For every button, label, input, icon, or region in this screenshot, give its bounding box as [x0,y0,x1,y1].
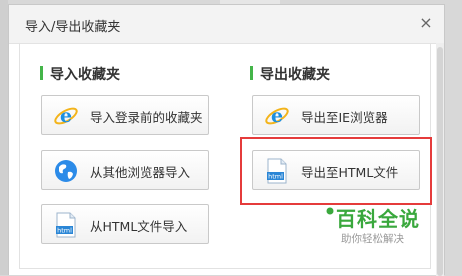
import-from-html-label: 从HTML文件导入 [90,219,188,234]
html-file-icon: html [56,212,76,238]
ie-icon: e [54,105,78,127]
import-section-heading: 导入收藏夹 [40,64,120,84]
import-before-login-label: 导入登录前的收藏夹 [90,110,203,125]
dialog-titlebar: 导入/导出收藏夹 × [9,5,444,44]
import-from-other-browser-label: 从其他浏览器导入 [90,165,191,180]
background-left [0,0,8,275]
import-from-other-browser-button[interactable]: 从其他浏览器导入 [41,150,209,190]
import-before-login-button[interactable]: e 导入登录前的收藏夹 [41,95,209,135]
export-to-ie-label: 导出至IE浏览器 [301,110,388,125]
globe-icon [55,160,77,182]
close-icon[interactable]: × [418,15,434,31]
import-from-html-button[interactable]: html 从HTML文件导入 [41,204,209,244]
svg-text:e: e [271,105,283,127]
watermark-badge-icon [326,207,334,215]
html-file-icon-text: html [57,227,72,235]
dialog-title: 导入/导出收藏夹 [25,20,121,35]
ie-icon: e [265,105,289,127]
watermark-title: 百科全说 [336,207,420,231]
export-to-ie-button[interactable]: e 导出至IE浏览器 [252,95,420,135]
scrollbar[interactable] [436,43,444,276]
svg-text:e: e [60,105,72,127]
export-section-heading: 导出收藏夹 [250,64,330,84]
scrollbar-thumb[interactable] [437,47,443,276]
highlight-box [240,137,432,205]
watermark-subtitle: 助你轻松解决 [341,233,404,245]
